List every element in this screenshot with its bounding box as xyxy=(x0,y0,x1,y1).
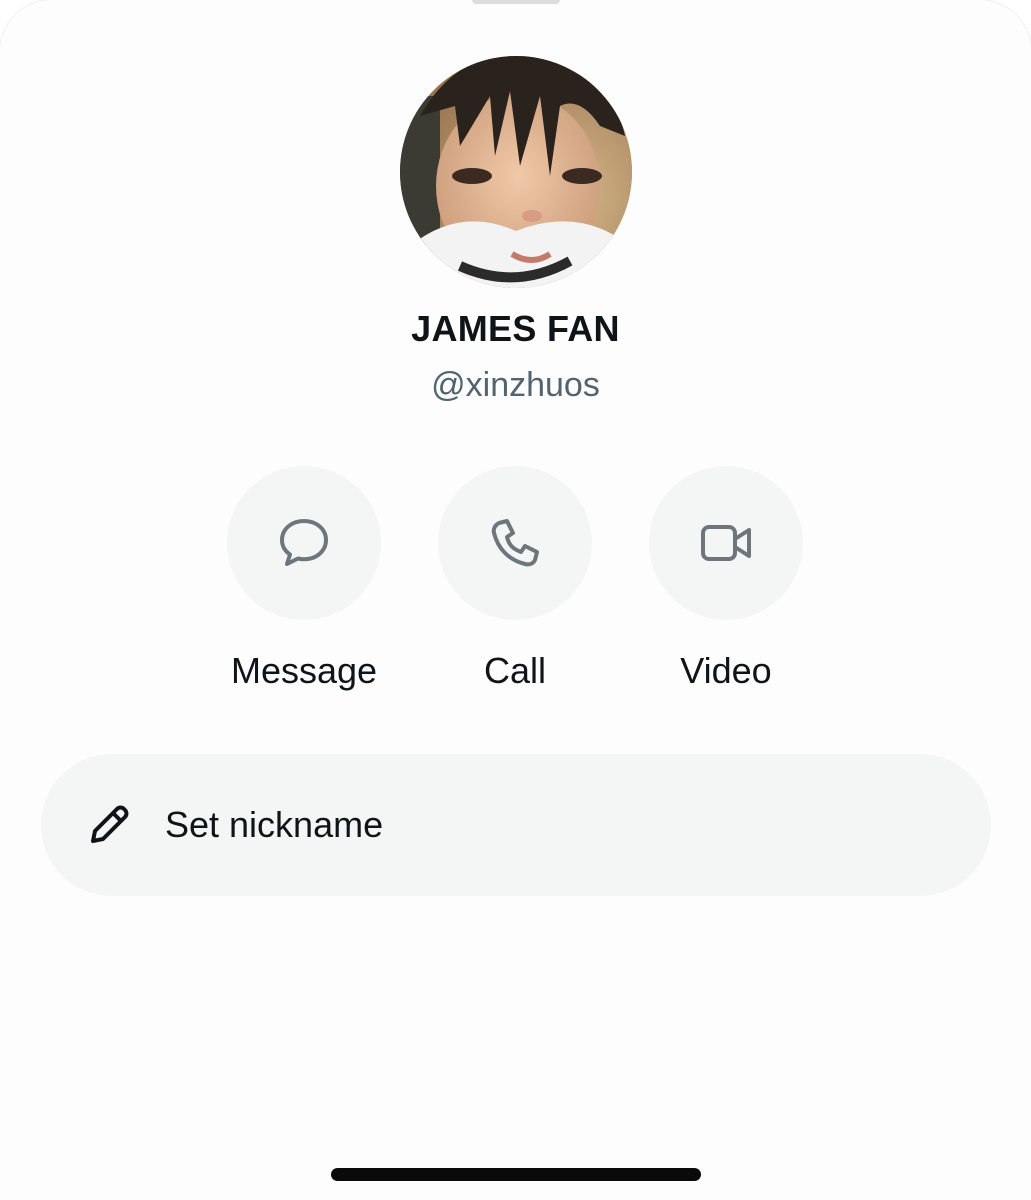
display-name: JAMES FAN xyxy=(411,308,620,349)
set-nickname-label: Set nickname xyxy=(165,804,384,845)
set-nickname-button[interactable]: Set nickname xyxy=(41,754,991,896)
pencil-icon xyxy=(85,801,133,849)
avatar[interactable] xyxy=(400,56,632,288)
home-indicator[interactable] xyxy=(331,1168,701,1181)
video-button-circle[interactable] xyxy=(649,466,803,620)
chat-bubble-icon xyxy=(280,519,328,566)
video-button[interactable]: Video xyxy=(626,466,826,706)
message-button-circle[interactable] xyxy=(227,466,381,620)
message-label: Message xyxy=(230,650,378,691)
profile-sheet: JAMES FAN @xinzhuos Message Call Video S… xyxy=(0,0,1031,1200)
username-handle: @xinzhuos xyxy=(431,366,600,404)
video-label: Video xyxy=(680,650,772,691)
phone-icon xyxy=(491,519,539,567)
call-button[interactable]: Call xyxy=(415,466,615,706)
screen: JAMES FAN @xinzhuos Message Call Video S… xyxy=(0,0,1031,1200)
call-button-circle[interactable] xyxy=(438,466,592,620)
call-label: Call xyxy=(483,650,546,691)
video-camera-icon xyxy=(701,525,751,561)
sheet-grabber[interactable] xyxy=(472,0,560,4)
message-button[interactable]: Message xyxy=(204,466,404,706)
